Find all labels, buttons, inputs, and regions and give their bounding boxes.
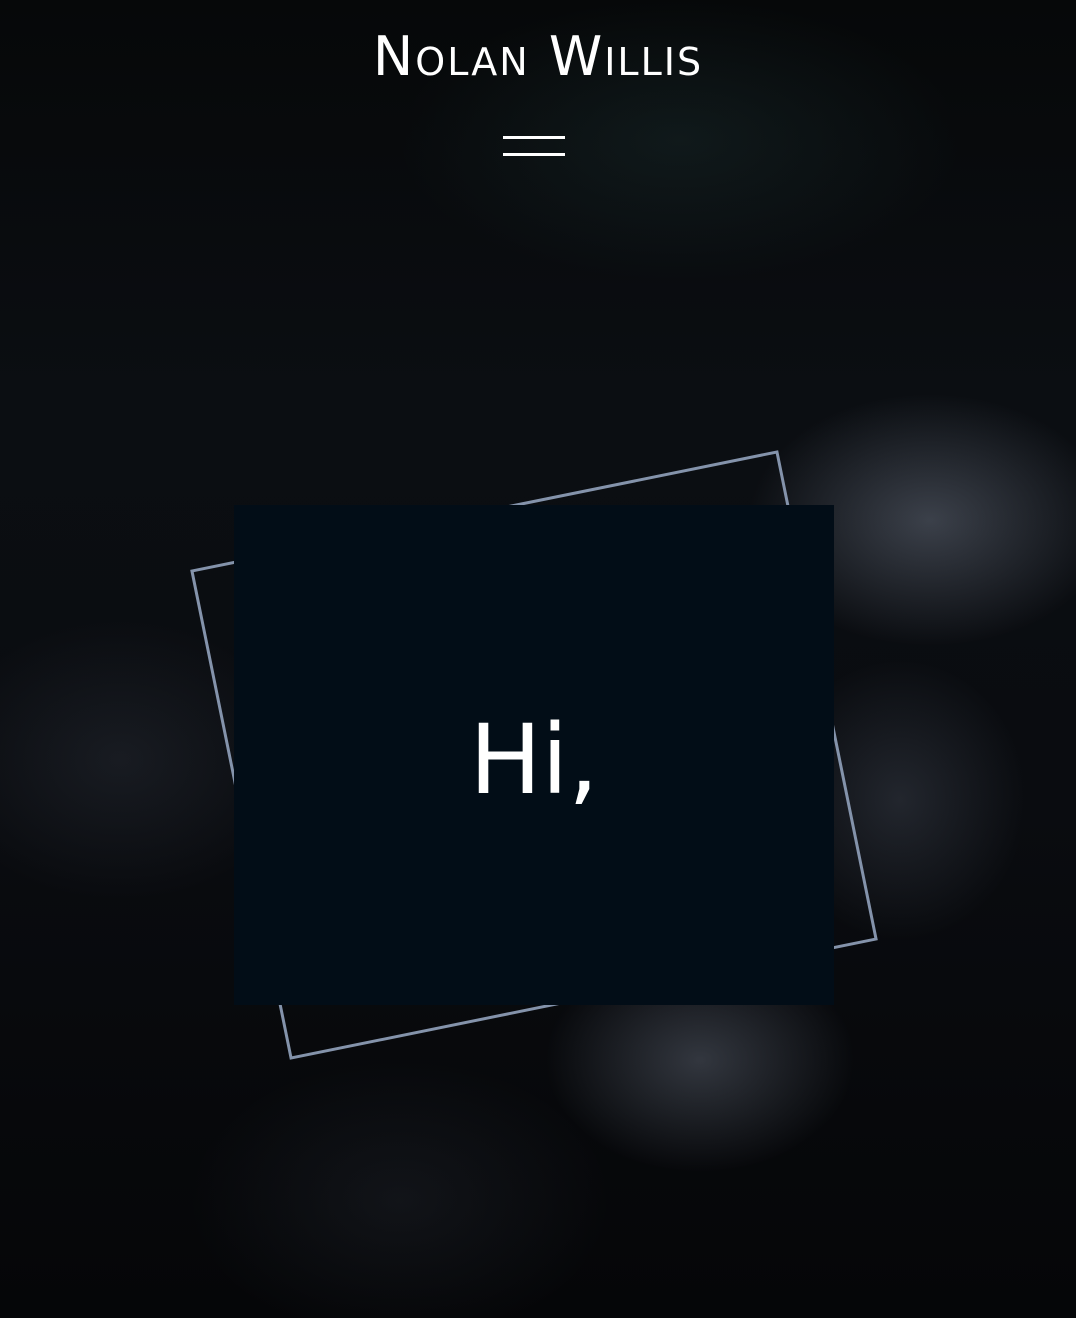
hero-card: Hi, [234, 505, 834, 1005]
hamburger-menu-button[interactable] [503, 136, 565, 160]
hero-greeting: Hi, [469, 704, 599, 816]
site-title[interactable]: Nolan Willis [0, 24, 1076, 90]
hamburger-menu-icon-bar [503, 153, 565, 156]
hamburger-menu-icon [503, 136, 565, 139]
